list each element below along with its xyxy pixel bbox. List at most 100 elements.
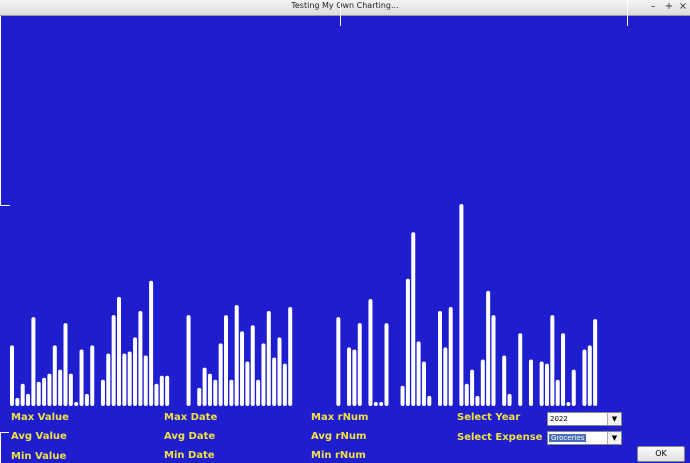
select-year-label: Select Year bbox=[457, 412, 521, 423]
chart-bar bbox=[448, 307, 453, 406]
select-expense-label: Select Expense bbox=[457, 432, 543, 443]
min-value-label: Min Value bbox=[11, 451, 67, 462]
chart-bar bbox=[480, 359, 485, 406]
chevron-down-icon[interactable]: ▼ bbox=[607, 432, 621, 444]
chart-bar bbox=[357, 323, 362, 406]
chart-bar bbox=[149, 280, 154, 406]
chart-bar bbox=[464, 383, 469, 406]
chart-bar bbox=[266, 311, 271, 406]
chart-bar bbox=[421, 361, 426, 406]
chart-bar bbox=[486, 290, 491, 406]
chart-bar bbox=[507, 393, 512, 406]
chart-bar bbox=[234, 305, 239, 406]
chevron-down-icon[interactable]: ▼ bbox=[607, 413, 621, 425]
chart-bar bbox=[10, 345, 14, 406]
minimize-button[interactable]: – bbox=[646, 0, 660, 14]
chart-bar bbox=[36, 381, 41, 406]
chart-bar bbox=[347, 347, 352, 406]
chart-bar bbox=[100, 379, 105, 406]
min-rnum-label: Min rNum bbox=[311, 450, 366, 461]
window-title: Testing My Own Charting... bbox=[291, 1, 399, 10]
year-select[interactable]: 2022 ▼ bbox=[547, 412, 622, 426]
y-axis-line-low bbox=[0, 432, 1, 463]
chart-bar bbox=[20, 383, 25, 406]
chart-bar bbox=[438, 311, 442, 406]
ok-button[interactable]: OK bbox=[637, 446, 685, 462]
chart-bar bbox=[218, 343, 223, 406]
chart-bar bbox=[427, 395, 432, 406]
chart-bar bbox=[272, 357, 277, 406]
chart-bar bbox=[68, 373, 73, 406]
max-date-label: Max Date bbox=[164, 412, 218, 423]
chart-bar bbox=[111, 315, 116, 406]
chart-bar bbox=[384, 323, 389, 406]
chart-bar bbox=[379, 401, 384, 406]
avg-rnum-label: Avg rNum bbox=[311, 431, 367, 442]
chart-bar bbox=[256, 379, 261, 406]
chart-bar bbox=[58, 369, 63, 406]
chart-bar bbox=[79, 349, 84, 406]
chart-bar bbox=[282, 363, 287, 406]
chart-bar bbox=[207, 373, 212, 406]
chart-bar bbox=[550, 315, 555, 406]
title-bar: Testing My Own Charting... – + × bbox=[0, 0, 690, 16]
chart-bar bbox=[443, 347, 448, 406]
chart-bar bbox=[561, 333, 566, 406]
axis-tick-low bbox=[0, 432, 9, 433]
chart-bar bbox=[528, 359, 533, 406]
chart-bar bbox=[26, 393, 31, 406]
chart-bar bbox=[459, 204, 464, 406]
chart-bar bbox=[159, 375, 164, 406]
chart-bar bbox=[261, 343, 266, 406]
chart-bar bbox=[475, 395, 480, 406]
chart-bar bbox=[571, 369, 576, 406]
chart-bar bbox=[405, 278, 410, 406]
expense-select-value: Groceries bbox=[549, 434, 587, 442]
avg-date-label: Avg Date bbox=[164, 431, 216, 442]
chart-bar bbox=[240, 331, 245, 406]
chart-bar bbox=[411, 232, 416, 406]
chart-bar bbox=[213, 379, 218, 406]
chart-bar bbox=[122, 353, 127, 406]
chart-bar bbox=[165, 375, 170, 406]
chart-bar bbox=[336, 317, 341, 406]
chart-bar bbox=[127, 351, 132, 406]
chart-bar bbox=[400, 385, 405, 406]
min-date-label: Min Date bbox=[164, 450, 215, 461]
chart-bar bbox=[47, 373, 52, 406]
chart-bar bbox=[373, 401, 378, 406]
expense-select[interactable]: Groceries ▼ bbox=[547, 431, 622, 445]
maximize-button[interactable]: + bbox=[662, 0, 676, 14]
chart-bar bbox=[84, 393, 89, 406]
chart-bar bbox=[250, 325, 255, 406]
chart-bar bbox=[224, 315, 228, 406]
chart-bar bbox=[15, 397, 20, 406]
close-button[interactable]: × bbox=[676, 0, 690, 14]
chart-bar bbox=[277, 337, 282, 406]
chart-bar bbox=[416, 341, 421, 406]
chart-bar bbox=[106, 353, 111, 406]
max-rnum-label: Max rNum bbox=[311, 412, 369, 423]
chart-bar bbox=[197, 387, 202, 406]
chart-bar bbox=[491, 315, 496, 406]
chart-bar bbox=[74, 401, 79, 406]
chart-bar bbox=[539, 361, 544, 406]
chart-bar bbox=[63, 323, 68, 406]
chart-bar bbox=[186, 315, 191, 406]
chart-bar bbox=[582, 349, 587, 406]
chart-bar bbox=[133, 337, 138, 406]
chart-bar bbox=[470, 369, 475, 406]
chart-bar bbox=[566, 401, 571, 406]
chart-bar bbox=[288, 307, 293, 406]
chart-bar bbox=[154, 383, 159, 406]
chart-bar bbox=[52, 345, 57, 406]
chart-bar bbox=[31, 317, 36, 406]
chart-bar bbox=[229, 379, 234, 406]
chart-bar bbox=[587, 345, 592, 406]
avg-value-label: Avg Value bbox=[11, 431, 67, 442]
chart-bar bbox=[117, 296, 121, 406]
chart-bar bbox=[202, 367, 207, 406]
chart-bar bbox=[502, 355, 507, 406]
chart-bar bbox=[143, 355, 148, 406]
chart-bar bbox=[245, 361, 250, 406]
